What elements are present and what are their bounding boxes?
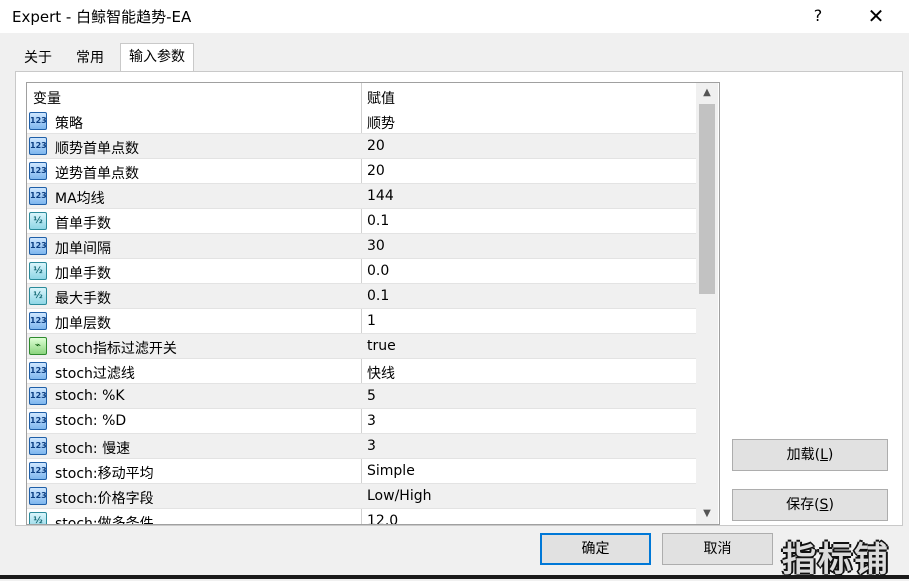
table-row[interactable]: 123 MA均线 144: [27, 184, 699, 209]
vertical-scrollbar[interactable]: ▲ ▼: [696, 83, 718, 524]
int-icon: 123: [29, 487, 47, 505]
row-name: stoch: 慢速: [55, 441, 131, 457]
row-value[interactable]: 5: [367, 388, 376, 404]
help-button[interactable]: ?: [804, 4, 832, 28]
table-row[interactable]: ½ 最大手数 0.1: [27, 284, 699, 309]
row-value[interactable]: 144: [367, 188, 394, 204]
grid-header: 变量 赋值: [27, 83, 699, 109]
header-value[interactable]: 赋值: [367, 88, 395, 108]
table-row[interactable]: 123 stoch: %K 5: [27, 384, 699, 409]
save-button-tail: ): [828, 497, 834, 513]
table-row[interactable]: 123 stoch:价格字段 Low/High: [27, 484, 699, 509]
row-value[interactable]: 20: [367, 163, 385, 179]
row-name: 加单层数: [55, 316, 111, 332]
double-icon: ½: [29, 212, 47, 230]
table-row[interactable]: 123 顺势首单点数 20: [27, 134, 699, 159]
row-name: stoch指标过滤开关: [55, 341, 177, 357]
watermark-logo: 指标铺: [782, 540, 890, 580]
int-icon: 123: [29, 237, 47, 255]
grid-rows: 123 策略 顺势 123 顺势首单点数 20 123 逆势首单点数 20 123 MA均线 144 ½…: [27, 109, 699, 525]
double-icon: ½: [29, 287, 47, 305]
row-value[interactable]: 1: [367, 313, 376, 329]
int-icon: 123: [29, 162, 47, 180]
row-value[interactable]: 3: [367, 413, 376, 429]
load-button[interactable]: 加载(L): [732, 439, 888, 471]
row-name: 最大手数: [55, 291, 111, 307]
row-value[interactable]: 0.1: [367, 288, 389, 304]
row-name: 逆势首单点数: [55, 166, 139, 182]
int-icon: 123: [29, 187, 47, 205]
table-row[interactable]: 123 逆势首单点数 20: [27, 159, 699, 184]
row-name: stoch: %K: [55, 388, 125, 404]
scroll-up-icon[interactable]: ▲: [696, 83, 718, 103]
row-value[interactable]: 顺势: [367, 113, 395, 133]
table-row[interactable]: 123 加单层数 1: [27, 309, 699, 334]
table-row[interactable]: 123 策略 顺势: [27, 109, 699, 134]
save-button-label: 保存(: [786, 497, 820, 513]
row-value[interactable]: 20: [367, 138, 385, 154]
close-button[interactable]: ✕: [862, 4, 890, 28]
int-icon: 123: [29, 137, 47, 155]
load-button-tail: ): [827, 447, 834, 463]
row-name: 顺势首单点数: [55, 141, 139, 157]
header-variable[interactable]: 变量: [33, 88, 61, 108]
row-value[interactable]: true: [367, 338, 396, 354]
save-button[interactable]: 保存(S): [732, 489, 888, 521]
row-value[interactable]: 0.1: [367, 213, 389, 229]
int-icon: 123: [29, 412, 47, 430]
int-icon: 123: [29, 387, 47, 405]
double-icon: ½: [29, 262, 47, 280]
scroll-down-icon[interactable]: ▼: [696, 504, 718, 524]
int-icon: 123: [29, 462, 47, 480]
row-value[interactable]: 3: [367, 438, 376, 454]
row-name: stoch:移动平均: [55, 466, 154, 482]
table-row[interactable]: 123 stoch: %D 3: [27, 409, 699, 434]
row-name: 加单间隔: [55, 241, 111, 257]
table-row[interactable]: ½ stoch:做多条件 12.0: [27, 509, 699, 525]
int-icon: 123: [29, 437, 47, 455]
table-row[interactable]: 123 stoch过滤线 快线: [27, 359, 699, 384]
row-name: MA均线: [55, 191, 105, 207]
row-name: 策略: [55, 116, 83, 132]
int-icon: 123: [29, 112, 47, 130]
load-button-key: L: [820, 447, 828, 463]
table-row[interactable]: ⌁ stoch指标过滤开关 true: [27, 334, 699, 359]
int-icon: 123: [29, 362, 47, 380]
scroll-thumb[interactable]: [699, 104, 715, 294]
row-name: 首单手数: [55, 216, 111, 232]
table-row[interactable]: 123 stoch: 慢速 3: [27, 434, 699, 459]
ok-button[interactable]: 确定: [540, 533, 651, 565]
row-value[interactable]: 0.0: [367, 263, 389, 279]
window-title: Expert - 白鲸智能趋势-EA: [12, 8, 192, 26]
load-button-label: 加载(: [786, 447, 821, 463]
row-value[interactable]: 30: [367, 238, 385, 254]
parameters-grid: 变量 赋值 123 策略 顺势 123 顺势首单点数 20 123 逆势首单点数 20 123 MA…: [26, 82, 720, 525]
table-row[interactable]: 123 stoch:移动平均 Simple: [27, 459, 699, 484]
tab-inputs[interactable]: 输入参数: [120, 43, 194, 72]
row-value[interactable]: 快线: [367, 363, 395, 383]
bool-icon: ⌁: [29, 337, 47, 355]
cancel-button[interactable]: 取消: [662, 533, 773, 565]
row-name: stoch过滤线: [55, 366, 135, 382]
title-bar: Expert - 白鲸智能趋势-EA ? ✕: [0, 0, 909, 33]
tab-about[interactable]: 关于: [15, 44, 61, 70]
row-name: stoch: %D: [55, 413, 127, 429]
tab-common[interactable]: 常用: [67, 44, 113, 70]
row-name: 加单手数: [55, 266, 111, 282]
bottom-edge: [0, 575, 909, 579]
row-name: stoch:做多条件: [55, 516, 154, 525]
double-icon: ½: [29, 512, 47, 524]
row-value[interactable]: Low/High: [367, 488, 431, 504]
table-row[interactable]: ½ 加单手数 0.0: [27, 259, 699, 284]
table-row[interactable]: 123 加单间隔 30: [27, 234, 699, 259]
table-row[interactable]: ½ 首单手数 0.1: [27, 209, 699, 234]
row-name: stoch:价格字段: [55, 491, 154, 507]
int-icon: 123: [29, 312, 47, 330]
row-value[interactable]: Simple: [367, 463, 415, 479]
row-value[interactable]: 12.0: [367, 513, 398, 524]
